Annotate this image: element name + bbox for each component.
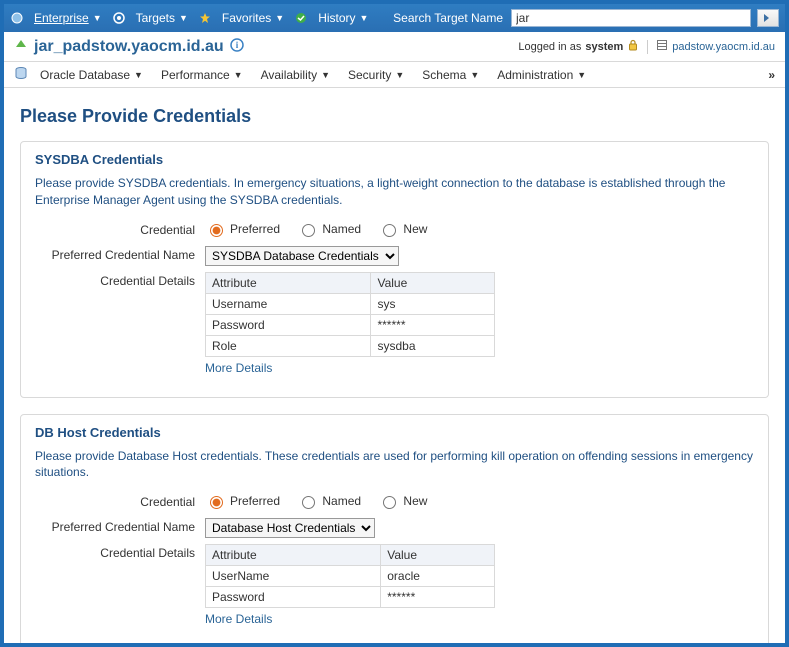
menu-administration[interactable]: Administration▼ [491, 66, 592, 84]
radio-named[interactable]: Named [297, 221, 361, 237]
radio-preferred[interactable]: Preferred [205, 493, 280, 509]
history-icon [294, 11, 308, 25]
content-area: Please Provide Credentials SYSDBA Creden… [4, 88, 785, 643]
th-attribute: Attribute [206, 545, 381, 566]
enterprise-icon [10, 11, 24, 25]
menu-targets-label: Targets [136, 11, 175, 25]
label-pref-name: Preferred Credential Name [35, 246, 205, 262]
radio-named-input[interactable] [302, 224, 315, 237]
target-title: jar_padstow.yaocm.id.au [34, 38, 224, 56]
table-row: Usernamesys [206, 293, 495, 314]
th-value: Value [371, 272, 495, 293]
radio-preferred-input[interactable] [210, 224, 223, 237]
caret-down-icon: ▼ [275, 13, 284, 23]
radio-named[interactable]: Named [297, 493, 361, 509]
panel-sysdba-desc: Please provide SYSDBA credentials. In em… [35, 175, 754, 209]
menu-oracle-database[interactable]: Oracle Database▼ [34, 66, 149, 84]
host-icon [656, 39, 668, 54]
radio-new-input[interactable] [383, 496, 396, 509]
target-up-icon [14, 38, 28, 55]
overflow-chevron-icon[interactable]: » [768, 68, 775, 82]
panel-dbhost: DB Host Credentials Please provide Datab… [20, 414, 769, 643]
table-row: Rolesysdba [206, 335, 495, 356]
logged-in-prefix: Logged in as [518, 41, 581, 53]
favorites-icon [198, 11, 212, 25]
page-title: Please Provide Credentials [20, 106, 769, 127]
radio-new[interactable]: New [378, 221, 427, 237]
menu-enterprise-label: Enterprise [34, 11, 89, 25]
menu-favorites[interactable]: Favorites ▼ [216, 9, 290, 27]
panel-dbhost-desc: Please provide Database Host credentials… [35, 448, 754, 482]
radio-preferred-input[interactable] [210, 496, 223, 509]
divider [647, 40, 648, 54]
target-bar: jar_padstow.yaocm.id.au i Logged in as s… [4, 32, 785, 62]
panel-sysdba-heading: SYSDBA Credentials [35, 152, 754, 167]
dbhost-credential-radios: Preferred Named New [205, 493, 754, 512]
info-icon[interactable]: i [230, 38, 244, 55]
sysdba-credential-radios: Preferred Named New [205, 221, 754, 240]
menu-history-label: History [318, 11, 355, 25]
label-details: Credential Details [35, 272, 205, 288]
th-value: Value [381, 545, 495, 566]
label-credential: Credential [35, 221, 205, 237]
menu-schema[interactable]: Schema▼ [416, 66, 485, 84]
menu-availability[interactable]: Availability▼ [255, 66, 336, 84]
caret-down-icon: ▼ [93, 13, 102, 23]
th-attribute: Attribute [206, 272, 371, 293]
search-label: Search Target Name [393, 11, 507, 25]
dbhost-pref-select[interactable]: Database Host Credentials [205, 518, 375, 538]
sysdba-cred-table: AttributeValue Usernamesys Password*****… [205, 272, 495, 357]
global-nav: Enterprise ▼ Targets ▼ Favorites ▼ Histo… [4, 4, 785, 32]
radio-named-input[interactable] [302, 496, 315, 509]
svg-text:i: i [235, 40, 238, 50]
panel-dbhost-heading: DB Host Credentials [35, 425, 754, 440]
caret-down-icon: ▼ [179, 13, 188, 23]
radio-preferred[interactable]: Preferred [205, 221, 280, 237]
panel-sysdba: SYSDBA Credentials Please provide SYSDBA… [20, 141, 769, 398]
table-row: Password****** [206, 587, 495, 608]
caret-down-icon: ▼ [360, 13, 369, 23]
sysdba-pref-select[interactable]: SYSDBA Database Credentials [205, 246, 399, 266]
database-icon [14, 66, 28, 83]
menu-enterprise[interactable]: Enterprise ▼ [28, 9, 108, 27]
menu-favorites-label: Favorites [222, 11, 271, 25]
menu-targets[interactable]: Targets ▼ [130, 9, 194, 27]
dbhost-more-details-link[interactable]: More Details [205, 612, 272, 626]
search-go-button[interactable] [757, 9, 779, 27]
table-row: UserNameoracle [206, 566, 495, 587]
label-credential: Credential [35, 493, 205, 509]
radio-new-input[interactable] [383, 224, 396, 237]
dbhost-cred-table: AttributeValue UserNameoracle Password**… [205, 544, 495, 608]
table-row: Password****** [206, 314, 495, 335]
logged-in-user: system [585, 41, 623, 53]
lock-icon [627, 39, 639, 54]
menu-history[interactable]: History ▼ [312, 9, 374, 27]
label-details: Credential Details [35, 544, 205, 560]
sysdba-more-details-link[interactable]: More Details [205, 361, 272, 375]
radio-new[interactable]: New [378, 493, 427, 509]
label-pref-name: Preferred Credential Name [35, 518, 205, 534]
search-input[interactable] [511, 9, 751, 27]
host-link[interactable]: padstow.yaocm.id.au [672, 41, 775, 53]
targets-icon [112, 11, 126, 25]
context-nav: Oracle Database▼ Performance▼ Availabili… [4, 62, 785, 88]
menu-security[interactable]: Security▼ [342, 66, 410, 84]
menu-performance[interactable]: Performance▼ [155, 66, 249, 84]
